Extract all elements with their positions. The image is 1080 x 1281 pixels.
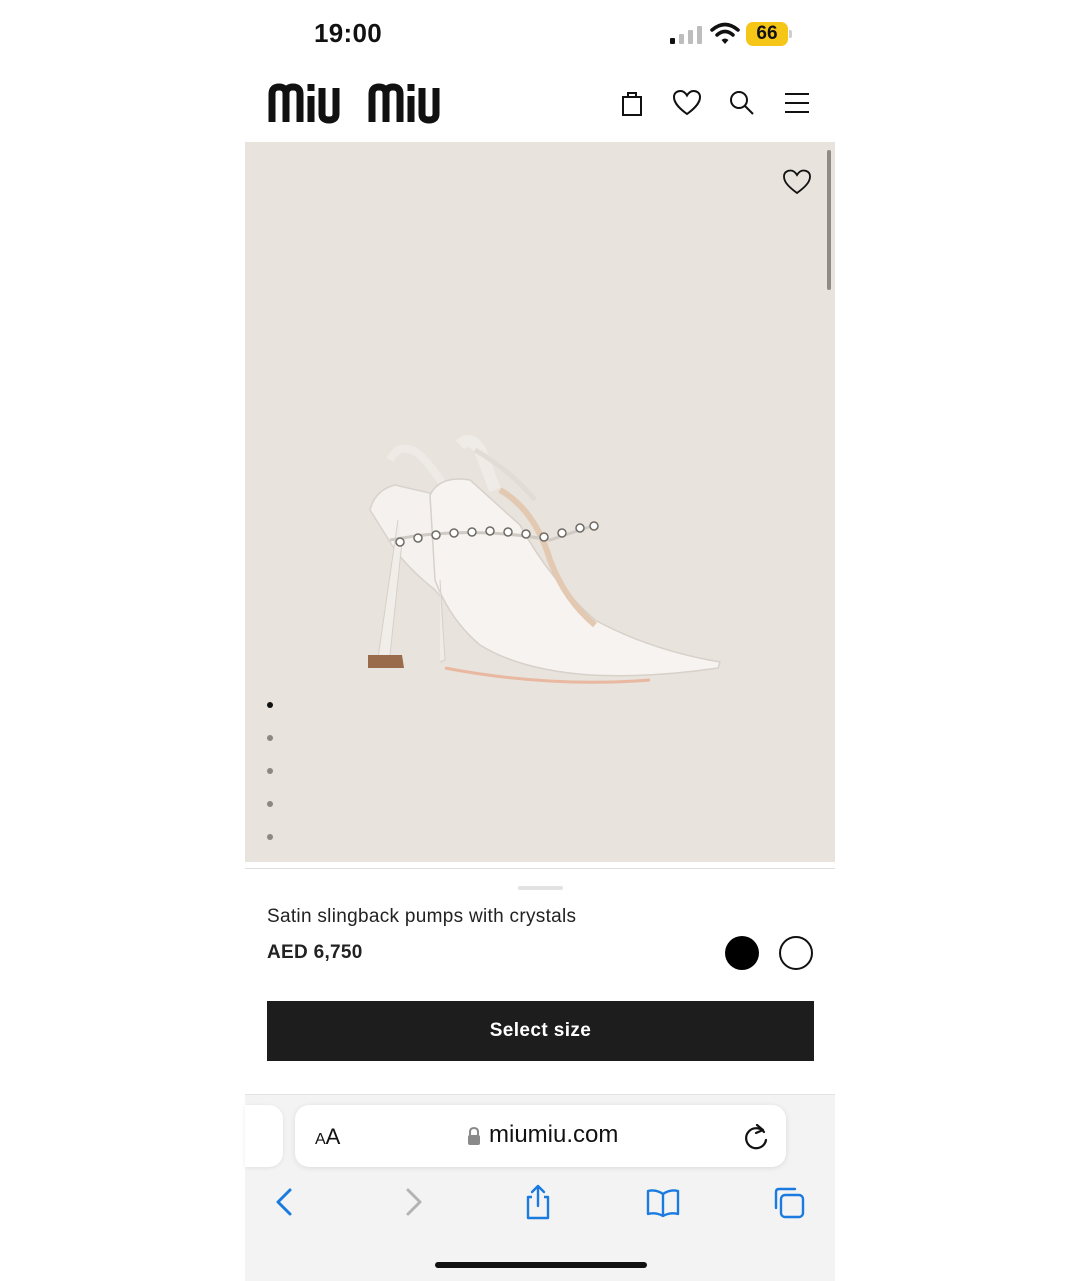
gallery-scrollbar[interactable] bbox=[827, 150, 831, 290]
previous-tab-peek[interactable] bbox=[245, 1105, 283, 1167]
tabs-icon[interactable] bbox=[772, 1184, 806, 1220]
gallery-dot-5[interactable] bbox=[267, 834, 273, 840]
lock-icon bbox=[468, 1127, 480, 1145]
back-icon[interactable] bbox=[268, 1184, 302, 1220]
cellular-signal-icon bbox=[670, 26, 702, 44]
home-indicator[interactable] bbox=[435, 1262, 647, 1268]
forward-icon[interactable] bbox=[396, 1184, 430, 1220]
url-text[interactable]: miumiu.com bbox=[489, 1121, 618, 1149]
gallery-dot-2[interactable] bbox=[267, 735, 273, 741]
section-divider bbox=[245, 868, 835, 869]
sheet-grabber[interactable] bbox=[518, 886, 563, 890]
status-time: 19:00 bbox=[314, 18, 382, 48]
add-to-wishlist-icon[interactable] bbox=[782, 168, 812, 196]
search-icon[interactable] bbox=[727, 88, 757, 118]
product-price: AED 6,750 bbox=[267, 942, 363, 963]
gallery-dot-3[interactable] bbox=[267, 768, 273, 774]
bookmarks-icon[interactable] bbox=[646, 1184, 680, 1220]
product-name: Satin slingback pumps with crystals bbox=[267, 906, 577, 927]
battery-cap bbox=[789, 30, 792, 38]
reload-icon[interactable] bbox=[742, 1122, 770, 1152]
color-swatch-white[interactable] bbox=[779, 936, 813, 970]
battery-level: 66 bbox=[756, 23, 778, 44]
wishlist-heart-icon[interactable] bbox=[672, 88, 702, 118]
text-size-button[interactable]: AA bbox=[315, 1124, 340, 1150]
brand-logo[interactable] bbox=[268, 80, 476, 124]
select-size-button[interactable]: Select size bbox=[267, 1001, 814, 1061]
gallery-dot-4[interactable] bbox=[267, 801, 273, 807]
battery-indicator: 66 bbox=[746, 22, 788, 46]
color-swatch-black[interactable] bbox=[725, 936, 759, 970]
menu-icon[interactable] bbox=[782, 88, 812, 118]
gallery-dot-1[interactable] bbox=[267, 702, 273, 708]
share-icon[interactable] bbox=[521, 1184, 555, 1220]
product-photo bbox=[368, 435, 721, 684]
wifi-icon bbox=[710, 22, 740, 44]
shopping-bag-icon[interactable] bbox=[617, 88, 647, 118]
